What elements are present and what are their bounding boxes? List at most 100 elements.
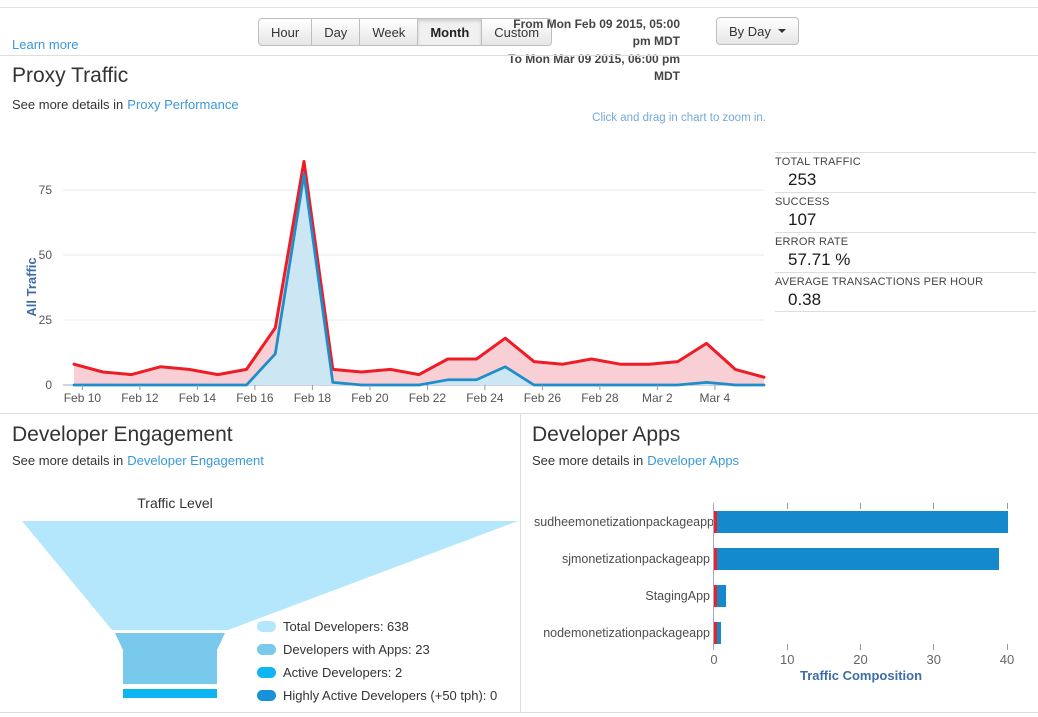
bar-segment-success-traffic[interactable] — [717, 548, 999, 570]
stat-value: 0.38 — [775, 290, 1036, 310]
legend-label: Developers with Apps: 23 — [283, 642, 430, 657]
legend-swatch-icon — [257, 667, 276, 678]
developer-apps-title: Developer Apps — [532, 423, 680, 447]
bar-segment-success-traffic[interactable] — [717, 585, 727, 607]
x-tick — [933, 644, 934, 650]
funnel-title: Traffic Level — [90, 495, 260, 511]
x-tick-label: 0 — [699, 652, 729, 667]
range-button-hour[interactable]: Hour — [258, 18, 312, 46]
bar-row-nodemonetizationpackageapp — [714, 622, 721, 644]
proxy-stats-panel: TOTAL TRAFFIC 253 SUCCESS 107 ERROR RATE 57.7… — [775, 152, 1036, 312]
series-line-success — [74, 174, 764, 385]
learn-more-link[interactable]: Learn more — [12, 37, 78, 52]
stat-value: 57.71 % — [775, 250, 1036, 270]
x-tick — [787, 644, 788, 650]
range-button-day[interactable]: Day — [312, 18, 360, 46]
stat-average-transactions-per-hour: AVERAGE TRANSACTIONS PER HOUR 0.38 — [775, 272, 1036, 312]
stat-value: 253 — [775, 170, 1036, 190]
bar-row-sudheemonetizationpackageapp — [714, 511, 1008, 533]
stat-total-traffic: TOTAL TRAFFIC 253 — [775, 152, 1036, 192]
legend-swatch-icon — [257, 644, 276, 655]
x-tick-label: Feb 18 — [294, 391, 332, 405]
bar-row-sjmonetizationpackageapp — [714, 548, 999, 570]
x-tick-label: Feb 26 — [524, 391, 562, 405]
group-by-dropdown[interactable]: By Day — [716, 17, 799, 45]
group-by-label: By Day — [729, 24, 771, 39]
y-tick-label: 0 — [45, 378, 52, 392]
legend-swatch-icon — [257, 690, 276, 701]
funnel-segment-developers-with-apps[interactable] — [115, 633, 225, 684]
x-tick-label: Mar 2 — [642, 391, 673, 405]
legend-swatch-icon — [257, 621, 276, 632]
bottom-divider — [0, 712, 1038, 713]
x-tick-label: Feb 10 — [64, 391, 102, 405]
stat-label: AVERAGE TRANSACTIONS PER HOUR — [775, 276, 1036, 288]
range-button-month[interactable]: Month — [418, 18, 482, 46]
funnel-segment-active-developers[interactable] — [123, 689, 217, 698]
developer-apps-chart: sudheemonetizationpackageapp sjmonetizati… — [534, 502, 1030, 687]
stat-success: SUCCESS 107 — [775, 192, 1036, 232]
bar-label-nodemonetizationpackageapp: nodemonetizationpackageapp — [534, 622, 710, 644]
range-button-week[interactable]: Week — [360, 18, 418, 46]
x-tick — [787, 503, 788, 509]
developer-engagement-title: Developer Engagement — [12, 423, 233, 447]
x-tick-label: 20 — [846, 652, 876, 667]
funnel-legend: Total Developers: 638 Developers with App… — [257, 619, 497, 711]
vertical-divider — [520, 414, 521, 712]
proxy-traffic-title: Proxy Traffic — [12, 64, 128, 88]
bar-segment-success-traffic[interactable] — [717, 622, 721, 644]
top-divider — [0, 7, 1038, 8]
legend-item-highly-active-developers-50-tph[interactable]: Highly Active Developers (+50 tph): 0 — [257, 688, 497, 703]
proxy-traffic-subtitle: See more details inProxy Performance — [12, 97, 239, 112]
legend-label: Highly Active Developers (+50 tph): 0 — [283, 688, 497, 703]
bar-label-stagingapp: StagingApp — [534, 585, 710, 607]
x-tick-label: Feb 20 — [351, 391, 389, 405]
proxy-performance-link[interactable]: Proxy Performance — [127, 97, 238, 112]
legend-item-active-developers[interactable]: Active Developers: 2 — [257, 665, 497, 680]
x-axis-title: Traffic Composition — [714, 668, 1008, 683]
x-tick — [1007, 503, 1008, 509]
mid-divider — [0, 413, 1038, 414]
x-tick-label: Mar 4 — [700, 391, 731, 405]
developer-engagement-subtitle: See more details inDeveloper Engagement — [12, 453, 264, 468]
x-tick-label: Feb 28 — [581, 391, 619, 405]
stat-error-rate: ERROR RATE 57.71 % — [775, 232, 1036, 272]
developer-apps-link[interactable]: Developer Apps — [647, 453, 739, 468]
x-tick-label: 40 — [992, 652, 1022, 667]
date-from: From Mon Feb 09 2015, 05:00 pm MDT — [498, 16, 680, 51]
developer-apps-subtitle: See more details inDeveloper Apps — [532, 453, 739, 468]
stat-value: 107 — [775, 210, 1036, 230]
series-area-success — [74, 174, 764, 385]
developer-engagement-link[interactable]: Developer Engagement — [127, 453, 264, 468]
caret-down-icon — [778, 29, 786, 33]
bar-chart-y-axis-line — [713, 503, 714, 650]
bar-label-sudheemonetizationpackageapp: sudheemonetizationpackageapp — [534, 511, 710, 533]
y-tick-label: 25 — [39, 313, 53, 327]
date-range: From Mon Feb 09 2015, 05:00 pm MDT To Mo… — [498, 16, 680, 86]
legend-item-total-developers[interactable]: Total Developers: 638 — [257, 619, 497, 634]
x-tick-label: 10 — [772, 652, 802, 667]
proxy-traffic-chart[interactable]: 0255075All TrafficFeb 10Feb 12Feb 14Feb … — [0, 140, 780, 412]
legend-item-developers-with-apps[interactable]: Developers with Apps: 23 — [257, 642, 497, 657]
x-tick-label: Feb 16 — [236, 391, 274, 405]
y-tick-label: 50 — [39, 248, 53, 262]
bar-segment-success-traffic[interactable] — [717, 511, 1009, 533]
x-tick-label: Feb 22 — [409, 391, 447, 405]
stat-label: SUCCESS — [775, 196, 1036, 208]
stat-label: TOTAL TRAFFIC — [775, 156, 1036, 168]
funnel-segment-total-developers[interactable] — [22, 521, 518, 630]
x-tick — [1007, 644, 1008, 650]
legend-label: Total Developers: 638 — [283, 619, 409, 634]
x-tick — [933, 503, 934, 509]
stat-label: ERROR RATE — [775, 236, 1036, 248]
series-line-total-traffic — [74, 161, 764, 377]
x-tick-label: Feb 24 — [466, 391, 504, 405]
series-area-total-traffic — [74, 161, 764, 385]
y-tick-label: 75 — [39, 183, 53, 197]
x-tick — [860, 644, 861, 650]
analytics-dashboard: Learn more HourDayWeekMonthCustom From M… — [0, 0, 1038, 717]
chart-zoom-hint: Click and drag in chart to zoom in. — [592, 112, 766, 124]
x-tick-label: 30 — [919, 652, 949, 667]
bar-label-sjmonetizationpackageapp: sjmonetizationpackageapp — [534, 548, 710, 570]
y-axis-title: All Traffic — [24, 257, 39, 316]
